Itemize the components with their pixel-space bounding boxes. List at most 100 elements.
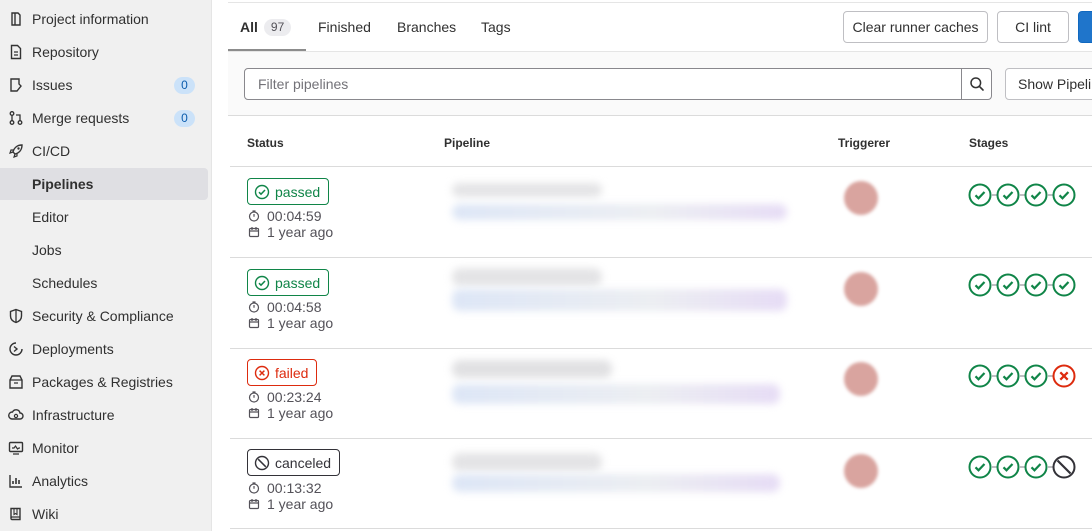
sidebar-item-packages-registries[interactable]: Packages & Registries <box>0 366 208 398</box>
sidebar-item-merge-requests[interactable]: Merge requests 0 <box>0 102 208 134</box>
tab-all[interactable]: All 97 <box>240 19 292 51</box>
project-icon <box>11 12 21 26</box>
cloud-gear-icon <box>8 409 24 420</box>
sidebar-item-infrastructure[interactable]: Infrastructure <box>0 399 208 431</box>
sidebar-item-pipelines[interactable]: Pipelines <box>0 168 208 200</box>
stage-success-icon[interactable] <box>1024 364 1048 388</box>
sidebar-item-label: Project information <box>32 11 149 27</box>
calendar-icon <box>248 499 260 510</box>
run-pipeline-button[interactable]: Ru <box>1078 11 1092 43</box>
stage-success-icon[interactable] <box>1052 183 1076 207</box>
tab-tags[interactable]: Tags <box>481 19 511 51</box>
stage-failed-icon[interactable] <box>1052 364 1076 388</box>
package-icon <box>9 375 23 389</box>
stage-success-icon[interactable] <box>968 455 992 479</box>
pipeline-duration: 00:04:58 <box>248 299 322 315</box>
filter-pipelines-input[interactable] <box>244 68 962 100</box>
show-pipeline-label: Show Pipelin <box>1018 76 1092 92</box>
calendar-icon <box>248 318 260 329</box>
pipeline-finished-time: 1 year ago <box>248 224 333 240</box>
sidebar-item-security-compliance[interactable]: Security & Compliance <box>0 300 208 332</box>
merge-request-icon <box>9 111 23 125</box>
pipeline-details-redacted[interactable] <box>452 384 780 404</box>
sidebar-item-label: Deployments <box>32 341 114 357</box>
sidebar-item-label: Infrastructure <box>32 407 115 423</box>
status-badge[interactable]: passed <box>247 269 330 296</box>
column-header-pipeline: Pipeline <box>444 136 491 150</box>
status-badge[interactable]: failed <box>247 359 318 386</box>
pipeline-title-redacted[interactable] <box>452 183 602 197</box>
sidebar-item-jobs[interactable]: Jobs <box>0 234 208 266</box>
tab-finished[interactable]: Finished <box>318 19 371 51</box>
stage-success-icon[interactable] <box>996 364 1020 388</box>
tab-branches[interactable]: Branches <box>397 19 456 51</box>
timer-icon <box>248 482 260 494</box>
rocket-icon <box>9 144 23 158</box>
filter-search-button[interactable] <box>961 68 992 100</box>
avatar[interactable] <box>844 362 878 396</box>
tab-label: All <box>240 19 258 35</box>
sidebar-item-schedules[interactable]: Schedules <box>0 267 208 299</box>
clear-runner-caches-button[interactable]: Clear runner caches <box>843 11 988 43</box>
stage-success-icon[interactable] <box>996 273 1020 297</box>
sidebar-item-monitor[interactable]: Monitor <box>0 432 208 464</box>
column-header-stages: Stages <box>969 136 1009 150</box>
pipeline-details-redacted[interactable] <box>452 204 787 220</box>
ci-lint-button[interactable]: CI lint <box>997 11 1069 43</box>
calendar-icon <box>248 227 260 238</box>
avatar[interactable] <box>844 454 878 488</box>
avatar[interactable] <box>844 181 878 215</box>
pipeline-duration: 00:13:32 <box>248 480 322 496</box>
tab-label: Finished <box>318 19 371 35</box>
sidebar-item-label: Security & Compliance <box>32 308 174 324</box>
sidebar-item-project-information[interactable]: Project information <box>0 3 208 35</box>
avatar[interactable] <box>844 272 878 306</box>
stage-success-icon[interactable] <box>996 183 1020 207</box>
sidebar-item-repository[interactable]: Repository <box>0 36 208 68</box>
stage-success-icon[interactable] <box>968 183 992 207</box>
calendar-icon <box>248 408 260 419</box>
duration-value: 00:13:32 <box>267 480 322 496</box>
sidebar-item-ci-cd[interactable]: CI/CD <box>0 135 208 167</box>
stage-success-icon[interactable] <box>1024 273 1048 297</box>
pipeline-details-redacted[interactable] <box>452 474 780 492</box>
sidebar-item-label: Monitor <box>32 440 79 456</box>
sidebar-item-label: Pipelines <box>32 176 94 192</box>
finished-value: 1 year ago <box>267 224 334 240</box>
pipeline-finished-time: 1 year ago <box>248 315 333 331</box>
duration-value: 00:04:59 <box>267 208 322 224</box>
stage-success-icon[interactable] <box>1052 273 1076 297</box>
stage-canceled-icon[interactable] <box>1052 455 1076 479</box>
tab-label: Tags <box>481 19 511 35</box>
stage-success-icon[interactable] <box>968 364 992 388</box>
sidebar-item-editor[interactable]: Editor <box>0 201 208 233</box>
shield-icon <box>9 308 23 324</box>
tab-count-badge: 97 <box>263 19 292 36</box>
stage-success-icon[interactable] <box>1024 183 1048 207</box>
sidebar-item-deployments[interactable]: Deployments <box>0 333 208 365</box>
timer-icon <box>248 210 260 222</box>
sidebar-item-analytics[interactable]: Analytics <box>0 465 208 497</box>
pipeline-title-redacted[interactable] <box>452 268 602 286</box>
stage-success-icon[interactable] <box>968 273 992 297</box>
show-pipeline-dropdown[interactable]: Show Pipelin <box>1005 68 1092 100</box>
pipeline-details-redacted[interactable] <box>452 289 787 311</box>
sidebar-item-issues[interactable]: Issues 0 <box>0 69 208 101</box>
status-badge[interactable]: passed <box>247 178 330 205</box>
sidebar-item-wiki[interactable]: Wiki <box>0 498 208 530</box>
issues-icon <box>10 78 22 92</box>
pipeline-finished-time: 1 year ago <box>248 496 333 512</box>
status-badge-label: passed <box>275 274 321 291</box>
stage-success-icon[interactable] <box>996 455 1020 479</box>
search-icon <box>969 77 984 91</box>
pipeline-title-redacted[interactable] <box>452 360 612 378</box>
duration-value: 00:23:24 <box>267 389 322 405</box>
pipeline-title-redacted[interactable] <box>452 453 602 471</box>
issues-count-badge: 0 <box>174 77 195 94</box>
duration-value: 00:04:58 <box>267 299 322 315</box>
stage-success-icon[interactable] <box>1024 455 1048 479</box>
status-badge-label: passed <box>275 183 321 200</box>
finished-value: 1 year ago <box>267 405 334 421</box>
status-badge[interactable]: canceled <box>247 449 341 476</box>
sidebar-item-label: Packages & Registries <box>32 374 173 390</box>
